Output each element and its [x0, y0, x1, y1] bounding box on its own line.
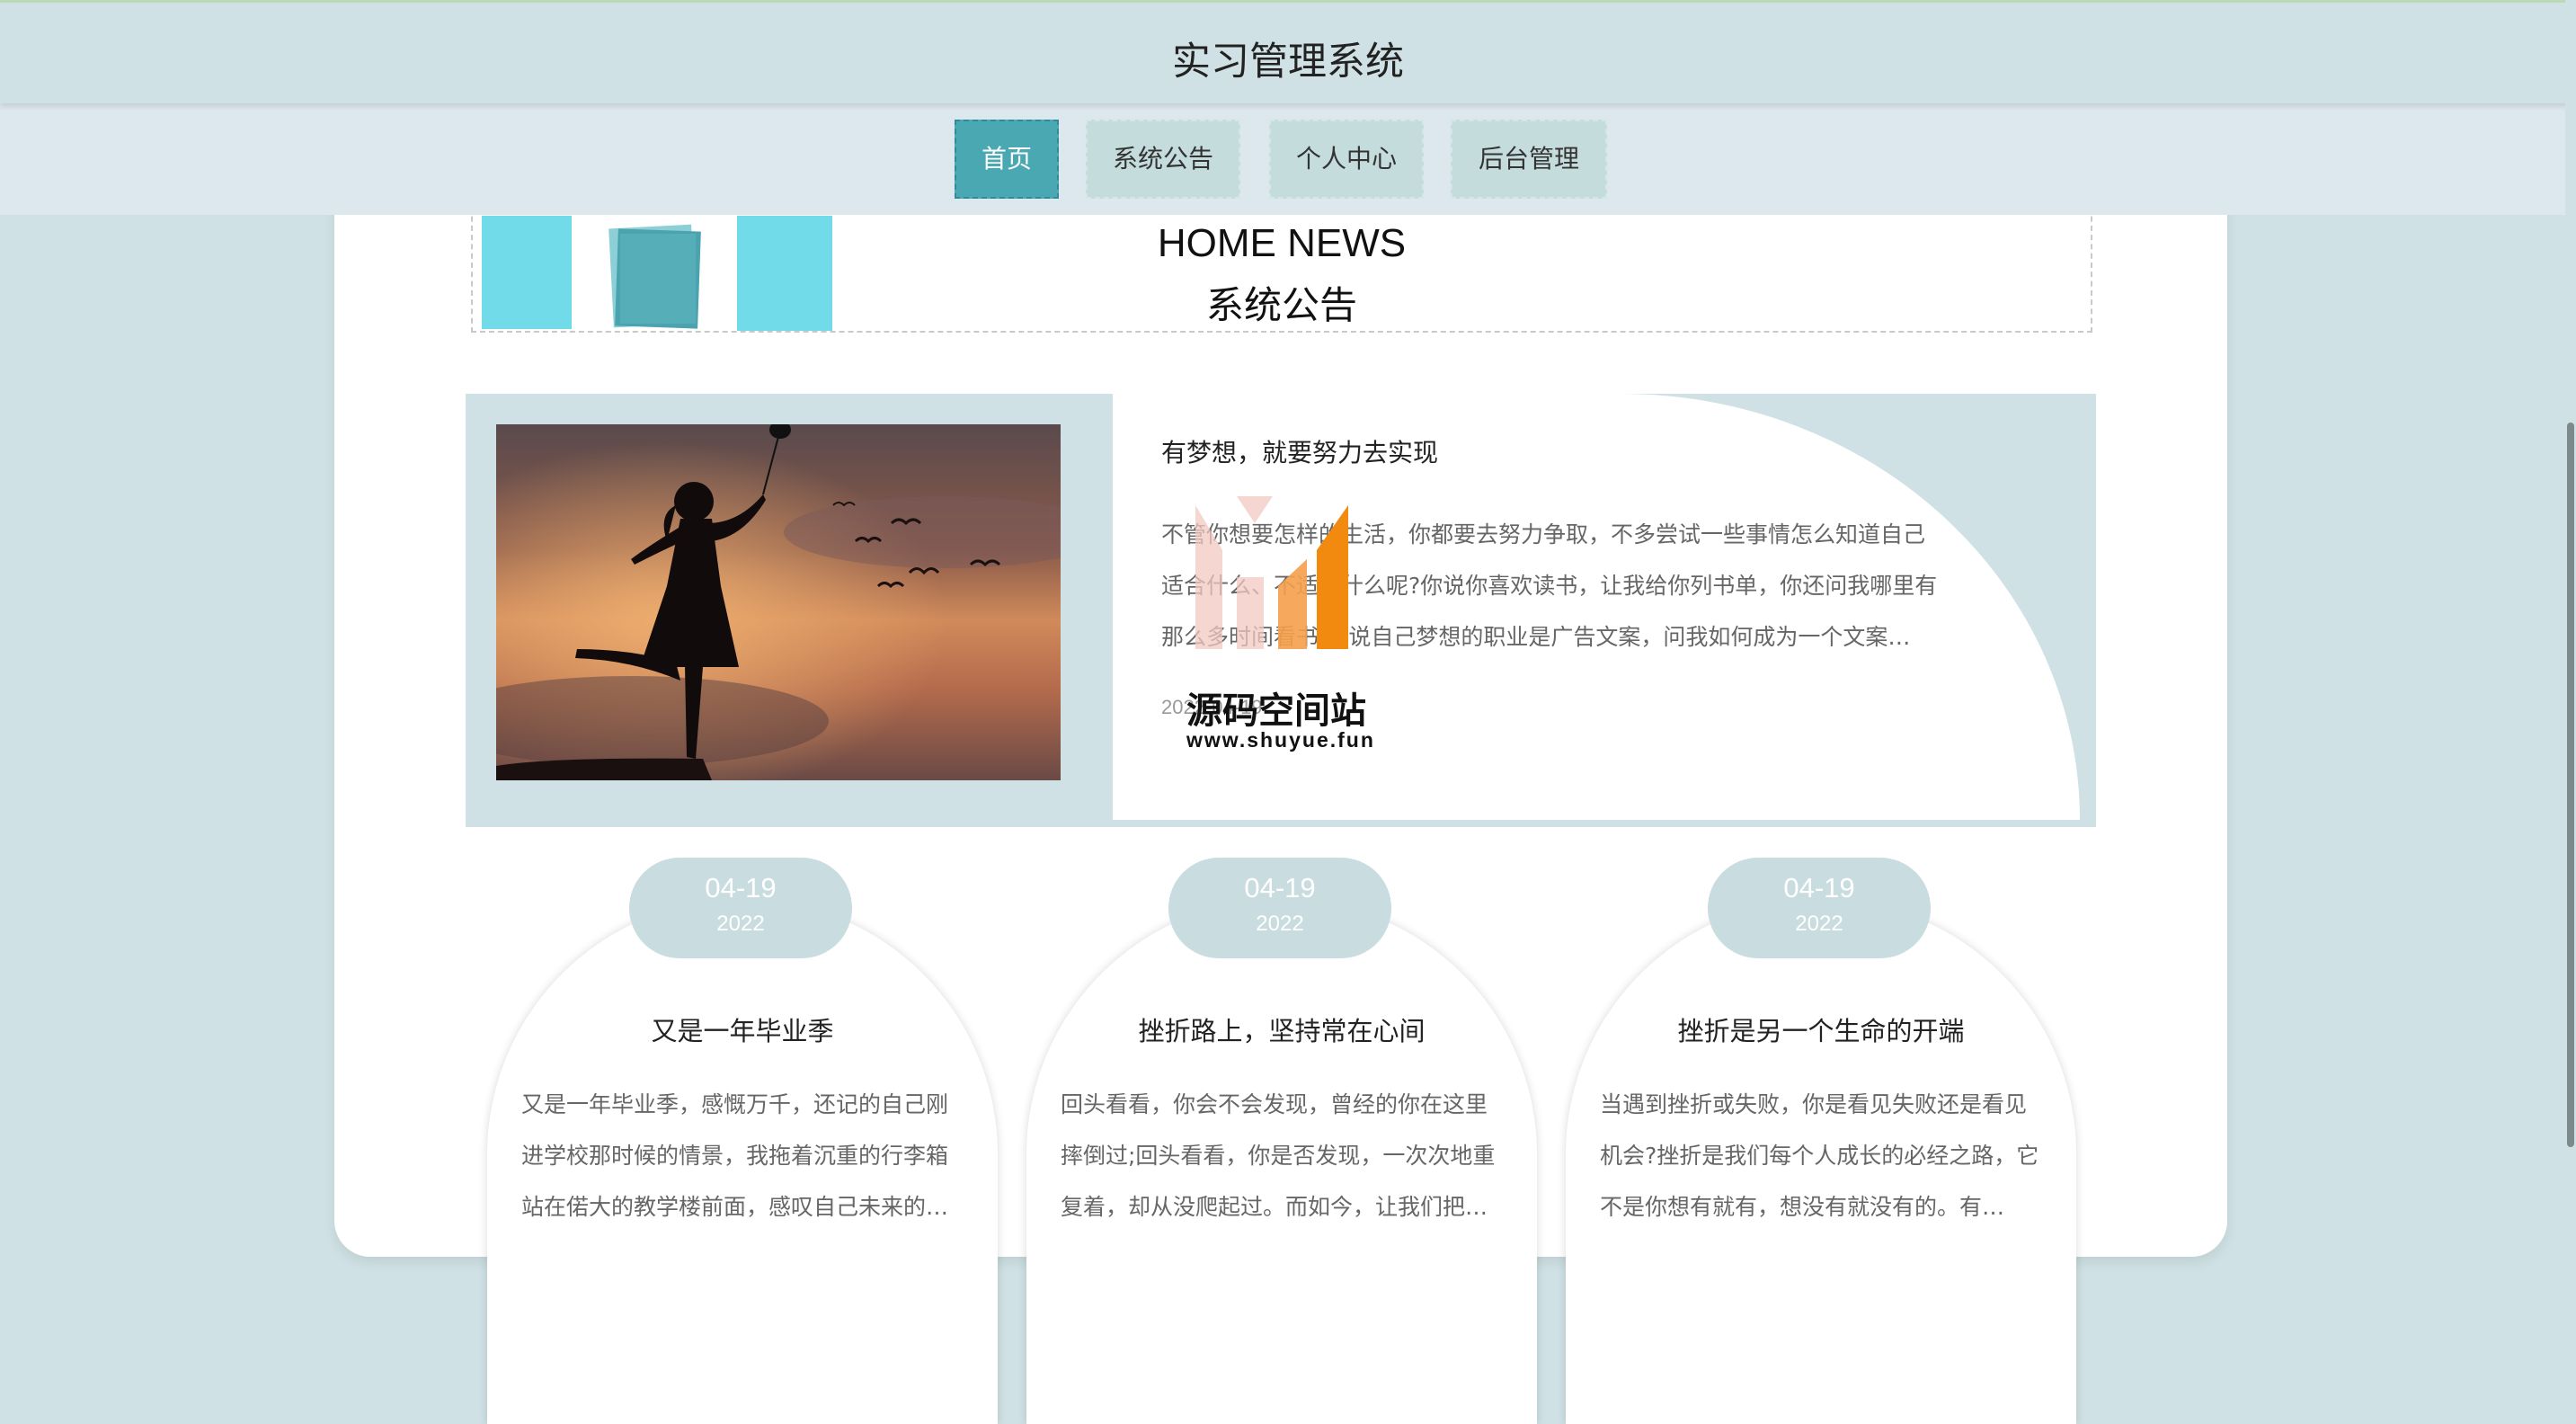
news-title-en: HOME NEWS [1157, 221, 1407, 265]
date-month-day: 04-19 [1783, 872, 1855, 903]
card-title[interactable]: 挫折路上，坚持常在心间 [1026, 1010, 1537, 1048]
featured-title[interactable]: 有梦想，就要努力去实现 [1161, 433, 1438, 469]
date-month-day: 04-19 [1244, 872, 1316, 903]
featured-image[interactable] [496, 424, 1061, 780]
system-title: 实习管理系统 [1172, 40, 1404, 85]
top-header: 实习管理系统 [0, 0, 2576, 103]
date-badge: 04-19 2022 [1168, 858, 1391, 958]
watermark-url: www.shuyue.fun [1186, 728, 1375, 752]
card-title[interactable]: 挫折是另一个生命的开端 [1566, 1010, 2076, 1048]
card-excerpt: 又是一年毕业季，感慨万千，还记的自己刚进学校那时候的情景，我拖着沉重的行李箱站在… [521, 1091, 949, 1220]
date-badge: 04-19 2022 [1708, 858, 1931, 958]
nav-item-home[interactable]: 首页 [955, 120, 1059, 199]
news-section-header: HOME NEWS 系统公告 [471, 198, 2092, 333]
nav-item-personal-center[interactable]: 个人中心 [1269, 120, 1424, 199]
date-year: 2022 [716, 912, 765, 936]
bar-chart-logo-icon [1195, 496, 1348, 649]
nav-item-admin[interactable]: 后台管理 [1451, 120, 1607, 199]
nav-item-announcements[interactable]: 系统公告 [1086, 120, 1240, 199]
date-year: 2022 [1795, 912, 1843, 936]
date-month-day: 04-19 [705, 872, 777, 903]
news-card[interactable]: 04-19 2022 挫折路上，坚持常在心间 回头看看，你会不会发现，曾经的你在… [1026, 858, 1537, 1424]
date-badge: 04-19 2022 [629, 858, 852, 958]
scrollbar-thumb[interactable] [2567, 423, 2574, 1147]
watermark-logo: 源码空间站 www.shuyue.fun [1186, 496, 1402, 757]
watermark-name: 源码空间站 [1186, 690, 1366, 732]
date-year: 2022 [1256, 912, 1304, 936]
card-title[interactable]: 又是一年毕业季 [487, 1010, 998, 1048]
card-excerpt: 回头看看，你会不会发现，曾经的你在这里摔倒过;回头看看，你是否发现，一次次地重复… [1061, 1091, 1496, 1220]
news-card[interactable]: 04-19 2022 挫折是另一个生命的开端 当遇到挫折或失败，你是看见失败还是… [1566, 858, 2076, 1424]
card-excerpt: 当遇到挫折或失败，你是看见失败还是看见机会?挫折是我们每个人成长的必经之路，它不… [1600, 1091, 2039, 1220]
news-card[interactable]: 04-19 2022 又是一年毕业季 又是一年毕业季，感慨万千，还记的自己刚进学… [487, 858, 998, 1424]
news-title-cn: 系统公告 [1205, 283, 1357, 327]
main-nav: 首页 系统公告 个人中心 后台管理 [0, 103, 2576, 215]
